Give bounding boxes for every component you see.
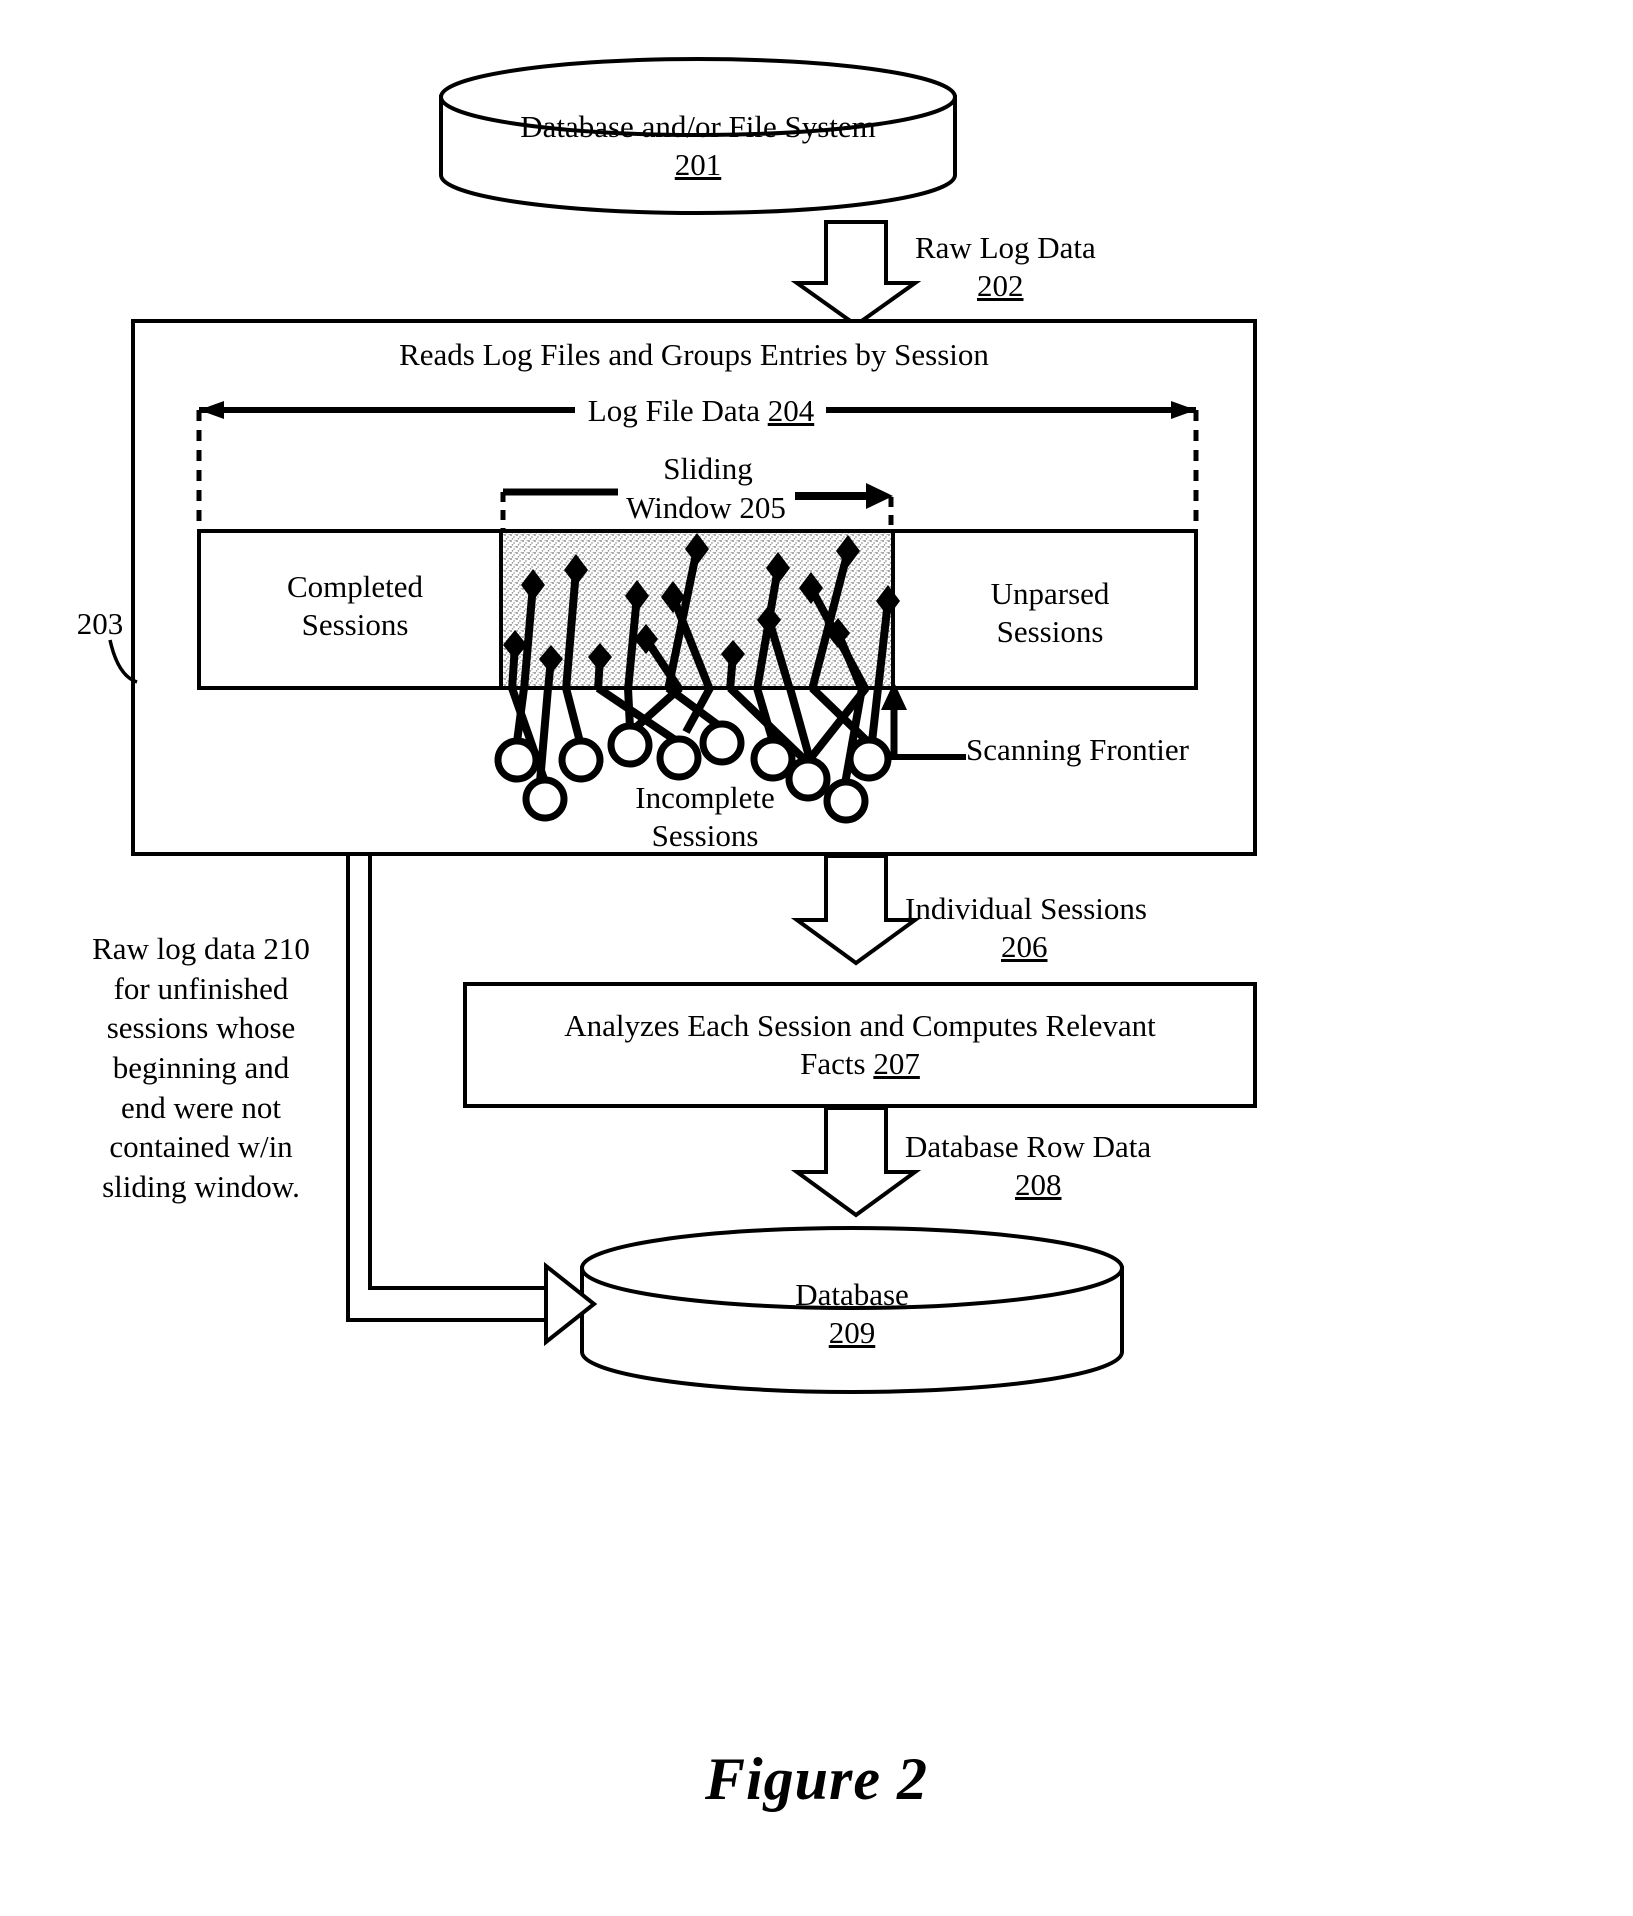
feedback-note-line4: beginning and: [112, 1050, 290, 1086]
completed-sessions-line2: Sessions: [301, 606, 409, 642]
log-file-data-label: Log File Data 204: [575, 392, 827, 430]
raw-log-data-ref: 202: [977, 267, 1024, 303]
unparsed-sessions-label: Unparsed Sessions: [910, 575, 1190, 651]
source-database-ref: 201: [674, 146, 722, 182]
completed-sessions-label: Completed Sessions: [215, 568, 495, 644]
sliding-window-label-line1: Sliding: [618, 450, 798, 488]
feedback-note-line2: for unfinished: [113, 970, 289, 1006]
scanning-frontier-text: Scanning Frontier: [966, 732, 1189, 767]
reader-box-title-text: Reads Log Files and Groups Entries by Se…: [399, 337, 989, 372]
analyzer-box-ref: 207: [873, 1045, 920, 1081]
incomplete-sessions-label: Incomplete Sessions: [560, 779, 850, 855]
analyzer-box-line2-wrap: Facts 207: [465, 1045, 1255, 1083]
feedback-note-line5: end were not: [120, 1089, 282, 1125]
target-database-label: Database 209: [582, 1276, 1122, 1352]
individual-sessions-text: Individual Sessions: [905, 891, 1147, 926]
figure-caption-text: Figure 2: [704, 1746, 929, 1812]
unparsed-sessions-line1: Unparsed: [990, 576, 1110, 611]
database-row-data-ref: 208: [1015, 1166, 1062, 1202]
database-row-data-arrow: [790, 1106, 922, 1218]
unparsed-sessions-line2: Sessions: [996, 613, 1104, 649]
raw-log-data-label: Raw Log Data 202: [915, 229, 1235, 305]
feedback-note: Raw log data 210 for unfinished sessions…: [66, 929, 336, 1207]
log-file-data-text: Log File Data: [587, 393, 760, 428]
feedback-note-line6: contained w/in: [109, 1129, 293, 1165]
database-row-data-label: Database Row Data 208: [905, 1128, 1245, 1204]
completed-sessions-line1: Completed: [286, 569, 424, 604]
log-file-data-ref: 204: [767, 393, 815, 428]
target-database-ref: 209: [828, 1314, 876, 1350]
source-database-title: Database and/or File System: [520, 109, 876, 144]
raw-log-data-text: Raw Log Data: [915, 230, 1096, 265]
target-database-title: Database: [795, 1277, 909, 1312]
database-row-data-text: Database Row Data: [905, 1129, 1152, 1164]
figure-canvas: Database and/or File System 201 Raw Log …: [0, 0, 1633, 1916]
incomplete-sessions-line2: Sessions: [651, 817, 759, 853]
sliding-window-text1: Sliding: [663, 451, 753, 486]
analyzer-box-label: Analyzes Each Session and Computes Relev…: [465, 1007, 1255, 1083]
feedback-note-line1: Raw log data 210: [92, 931, 310, 966]
individual-sessions-label: Individual Sessions 206: [905, 890, 1235, 966]
sliding-window-text2: Window: [626, 490, 732, 525]
reader-box-ref-text: 203: [76, 606, 124, 641]
figure-caption: Figure 2: [0, 1745, 1633, 1814]
source-database-label: Database and/or File System 201: [441, 108, 955, 184]
analyzer-box-line1: Analyzes Each Session and Computes Relev…: [564, 1008, 1156, 1043]
incomplete-sessions-line1: Incomplete: [635, 780, 775, 815]
individual-sessions-ref: 206: [1001, 928, 1048, 964]
feedback-note-line3: sessions whose: [106, 1010, 296, 1046]
individual-sessions-arrow: [790, 854, 922, 966]
sliding-window-ref: 205: [739, 490, 786, 525]
analyzer-box-line2: Facts: [800, 1045, 866, 1081]
feedback-note-line7: sliding window.: [102, 1169, 300, 1205]
reader-box-ref: 203: [40, 605, 160, 643]
raw-log-data-arrow: [790, 220, 922, 328]
reader-box-title: Reads Log Files and Groups Entries by Se…: [133, 336, 1255, 374]
sliding-window-label-line2: Window 205: [611, 489, 801, 527]
scanning-frontier-label: Scanning Frontier: [966, 731, 1256, 769]
